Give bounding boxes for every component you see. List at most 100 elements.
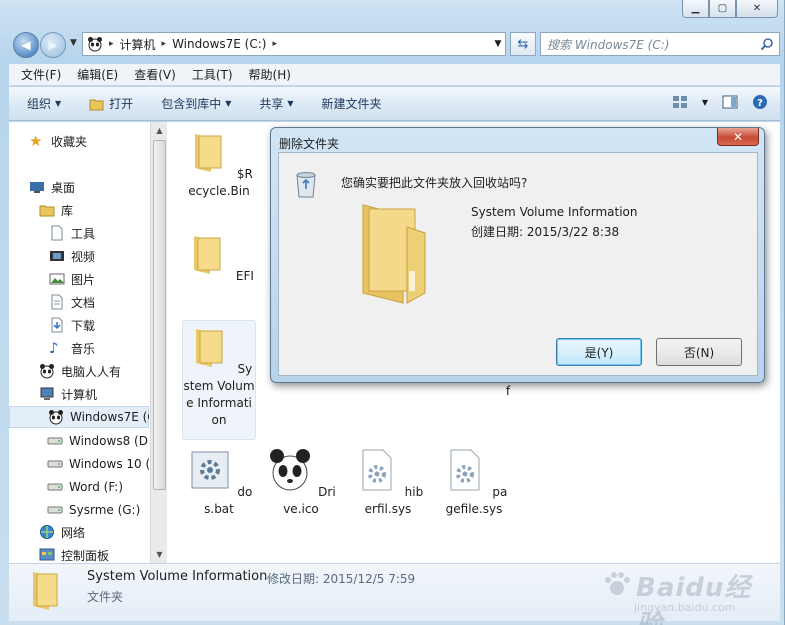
search-icon[interactable]: [760, 37, 774, 51]
sidebar-item-tools[interactable]: 工具: [49, 222, 95, 244]
sidebar-label: 下载: [71, 318, 96, 333]
sidebar-item-desktop[interactable]: 桌面: [29, 176, 75, 198]
breadcrumb-computer[interactable]: 计算机: [120, 36, 156, 53]
organize-button[interactable]: 组织 ▼: [27, 95, 61, 112]
search-input[interactable]: 搜索 Windows7E (C:): [540, 32, 780, 56]
menu-view[interactable]: 查看(V): [134, 66, 176, 83]
item-type: 文件夹: [87, 590, 124, 604]
file-name: EFI: [235, 269, 254, 283]
sidebar-label: 计算机: [61, 387, 98, 402]
sidebar-item-network[interactable]: 网络: [39, 521, 85, 543]
sidebar-label: Windows 10 (: [69, 457, 149, 471]
recycle-bin-icon: [296, 172, 316, 198]
back-arrow-icon: ◀: [21, 38, 31, 52]
hard-drive-icon: [47, 437, 63, 445]
file-item-recycle-bin[interactable]: $Recycle.Bin: [182, 128, 256, 200]
yes-button[interactable]: 是(Y): [556, 338, 642, 366]
preview-pane-icon[interactable]: [722, 94, 738, 110]
close-icon: ✕: [752, 3, 762, 14]
sidebar-item-pictures[interactable]: 图片: [49, 268, 95, 290]
menu-edit[interactable]: 编辑(E): [77, 66, 118, 83]
sidebar-item-homegroup[interactable]: 电脑人人有: [39, 360, 121, 382]
sidebar-label: Windows8 (D: [69, 434, 148, 448]
menu-help[interactable]: 帮助(H): [249, 66, 291, 83]
sidebar-label: Word (F:): [69, 480, 124, 494]
sidebar-item-control-panel[interactable]: 控制面板: [39, 544, 109, 563]
address-bar[interactable]: ▸ 计算机 ▸ Windows7E (C:) ▸ ▼: [82, 32, 506, 56]
recent-pages-dropdown-icon[interactable]: ▼: [70, 38, 77, 48]
sidebar-scrollbar[interactable]: ▲ ▼: [150, 122, 167, 563]
watermark-url: jingyan.baidu.com: [634, 601, 736, 614]
scroll-up-icon[interactable]: ▲: [151, 122, 168, 139]
file-item-hiberfil-sys[interactable]: hiberfil.sys: [351, 446, 425, 518]
sidebar-item-drive-d[interactable]: Windows8 (D: [47, 430, 148, 452]
address-dropdown-icon[interactable]: ▼: [491, 39, 505, 49]
sidebar-item-drive-e[interactable]: Windows 10 (: [47, 453, 149, 475]
new-folder-button[interactable]: 新建文件夹: [322, 95, 382, 112]
help-icon[interactable]: ?: [752, 94, 768, 110]
sidebar-item-libraries[interactable]: 库: [39, 199, 73, 221]
sidebar-item-documents[interactable]: 文档: [49, 291, 95, 313]
dropdown-arrow-icon: ▼: [287, 99, 294, 108]
file-item-drive-ico[interactable]: Drive.ico: [264, 446, 338, 518]
sidebar-item-drive-f[interactable]: Word (F:): [47, 476, 123, 498]
file-item-system-volume-information[interactable]: System Volume Information: [182, 320, 256, 440]
file-item-dos-bat[interactable]: dos.bat: [182, 446, 256, 518]
sidebar-item-videos[interactable]: 视频: [49, 245, 95, 267]
minimize-button[interactable]: ▁: [682, 0, 709, 18]
file-item-pagefile-sys[interactable]: pagefile.sys: [437, 446, 511, 518]
sidebar-item-downloads[interactable]: 下载: [49, 314, 95, 336]
documents-icon: [51, 294, 63, 310]
folder-icon: [194, 236, 221, 274]
menu-file[interactable]: 文件(F): [21, 66, 61, 83]
forward-button[interactable]: ▶: [40, 32, 66, 58]
paw-logo-icon: [605, 572, 630, 595]
file-item-efi[interactable]: EFI: [182, 230, 256, 285]
share-label: 共享: [259, 97, 284, 111]
sidebar-item-drive-c[interactable]: Windows7E (C: [9, 406, 149, 428]
caption-buttons: ▁ ▢ ✕: [682, 0, 778, 18]
watermark: Baidu经验 jingyan.baidu.com: [600, 565, 760, 625]
file-name: System Volume Information: [183, 362, 255, 427]
include-in-library-button[interactable]: 包含到库中 ▼: [161, 95, 231, 112]
breadcrumb-drive-c[interactable]: Windows7E (C:): [172, 37, 266, 51]
batch-file-icon: [191, 451, 229, 489]
document-icon: [51, 225, 63, 241]
dialog-close-button[interactable]: ✕: [717, 128, 759, 146]
back-button[interactable]: ◀: [13, 32, 39, 58]
refresh-icon: ⇆: [517, 36, 529, 52]
close-icon: ✕: [732, 129, 744, 144]
sidebar-label: 视频: [71, 249, 96, 264]
open-button[interactable]: 打开: [89, 95, 133, 112]
no-button[interactable]: 否(N): [656, 338, 742, 366]
share-button[interactable]: 共享 ▼: [259, 95, 293, 112]
sidebar-item-favorites[interactable]: ★ 收藏夹: [29, 130, 87, 152]
close-button[interactable]: ✕: [736, 0, 778, 18]
menu-tools[interactable]: 工具(T): [192, 66, 233, 83]
explorer-window: ▁ ▢ ✕ ◀ ▶ ▼ ▸ 计算机 ▸ Windows7E (C:) ▸ ▼ ⇆…: [0, 0, 785, 625]
sidebar-label: 图片: [71, 272, 96, 287]
open-label: 打开: [109, 97, 134, 111]
watermark-brand: Baidu经验: [636, 573, 752, 625]
dropdown-arrow-icon: ▼: [55, 99, 62, 108]
scroll-down-icon[interactable]: ▼: [151, 546, 168, 563]
forward-arrow-icon: ▶: [48, 38, 58, 52]
folder-icon: [33, 572, 58, 610]
open-folder-icon: [89, 99, 104, 110]
refresh-button[interactable]: ⇆: [510, 32, 536, 56]
sidebar-item-music[interactable]: ♪ 音乐: [49, 337, 95, 359]
sidebar-item-computer[interactable]: 计算机: [39, 383, 97, 405]
library-icon: [39, 205, 55, 217]
view-dropdown-icon[interactable]: ▼: [702, 98, 708, 107]
sidebar-label: Sysrme (G:): [69, 503, 141, 517]
sidebar-item-drive-g[interactable]: Sysrme (G:): [47, 499, 140, 521]
view-options-icon[interactable]: [672, 94, 688, 110]
folder-icon: [362, 204, 426, 304]
computer-icon: [40, 387, 54, 400]
maximize-button[interactable]: ▢: [709, 0, 736, 18]
maximize-icon: ▢: [717, 3, 728, 14]
folder-icon: [195, 134, 222, 172]
search-placeholder: 搜索 Windows7E (C:): [547, 37, 670, 52]
crumb-separator-icon: ▸: [109, 39, 114, 49]
scrollbar-thumb[interactable]: [153, 140, 166, 490]
